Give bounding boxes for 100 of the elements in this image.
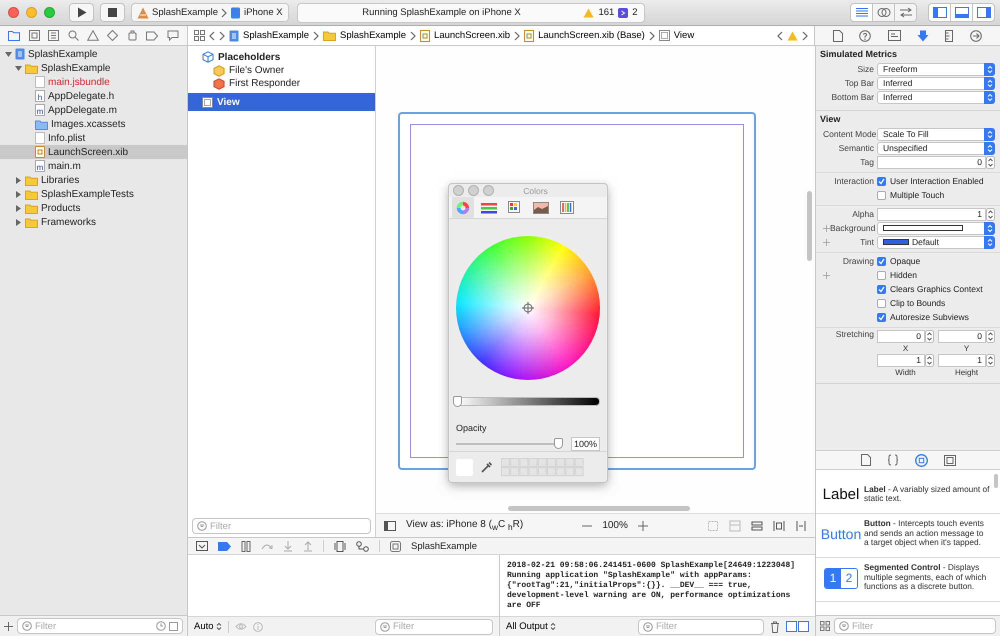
popup-button[interactable]: Inferred [877, 90, 995, 104]
checkbox[interactable] [877, 312, 886, 322]
number-field[interactable]: 1 [877, 354, 925, 366]
navigator-row[interactable]: Frameworks [0, 215, 187, 229]
editor-mode-button[interactable] [872, 3, 895, 22]
inspector-tab[interactable] [858, 28, 872, 42]
editor-mode-button[interactable] [850, 3, 873, 22]
navigator-tab[interactable] [106, 29, 120, 42]
disclosure-triangle-icon[interactable] [14, 204, 22, 212]
split-view-button[interactable] [786, 621, 797, 632]
opacity-field[interactable]: 100% [571, 437, 600, 451]
navigator-tab[interactable] [166, 29, 180, 42]
scope-popup[interactable]: Auto [194, 621, 222, 632]
inspector-tab[interactable] [832, 28, 844, 42]
disclosure-triangle-icon[interactable] [14, 64, 22, 72]
run-button[interactable] [69, 3, 94, 22]
split-view-button[interactable] [798, 621, 809, 632]
number-field[interactable]: 1 [877, 208, 986, 220]
output-popup[interactable]: All Output [506, 621, 556, 632]
navigator-row[interactable]: Info.plist [0, 131, 187, 145]
stepper-control[interactable] [986, 208, 995, 220]
stepper-control[interactable] [925, 354, 934, 366]
slider-thumb[interactable] [453, 396, 462, 407]
view-hierarchy-icon[interactable] [334, 540, 346, 552]
inspector-tab[interactable] [886, 29, 902, 42]
navigator-row[interactable]: SplashExample [0, 61, 187, 75]
number-field[interactable]: 0 [877, 330, 925, 342]
path-crumb[interactable]: LaunchScreen.xib (Base) [538, 30, 645, 41]
scrollbar-thumb[interactable] [508, 506, 690, 511]
navigator-tab[interactable] [145, 30, 160, 42]
navigator-row[interactable]: main.jsbundle [0, 75, 187, 89]
scrollbar-thumb[interactable] [994, 474, 998, 488]
checkbox[interactable] [877, 270, 886, 280]
navigator-tab[interactable] [7, 29, 22, 42]
grid-icon[interactable] [820, 621, 830, 631]
navigator-row[interactable]: h AppDelegate.h [0, 89, 187, 103]
hide-panel-icon[interactable] [196, 541, 208, 551]
number-field[interactable]: 0 [877, 156, 986, 168]
checkbox[interactable] [877, 284, 886, 294]
library-tab[interactable] [886, 453, 900, 467]
library-item[interactable]: Button Button - Intercepts touch events and sends an action message to a target object when it's tapped. [816, 514, 1000, 558]
inspector-tab[interactable] [944, 28, 954, 42]
library-tab[interactable] [942, 454, 956, 466]
popup-button[interactable]: Inferred [877, 76, 995, 90]
inspector-tab[interactable] [916, 28, 930, 42]
disclosure-triangle-icon[interactable] [14, 218, 22, 226]
library-tab[interactable] [860, 453, 872, 467]
path-crumb[interactable]: SplashExample [243, 30, 310, 41]
color-well[interactable]: Default [877, 236, 995, 248]
stepper-control[interactable] [925, 330, 934, 342]
navigator-row[interactable]: Products [0, 201, 187, 215]
number-field[interactable]: 0 [938, 330, 986, 342]
checkbox[interactable] [877, 256, 886, 266]
plus-icon[interactable] [4, 622, 13, 630]
checkbox[interactable] [877, 176, 886, 186]
inspector-tab[interactable] [968, 28, 983, 42]
plus-icon[interactable] [638, 520, 648, 530]
step-out-icon[interactable] [303, 540, 313, 552]
align-icon[interactable] [773, 520, 785, 532]
editor-mode-button[interactable] [894, 3, 917, 22]
stepper-control[interactable] [986, 156, 995, 168]
outline-item[interactable]: File's Owner [229, 65, 284, 76]
navigator-row[interactable]: LaunchScreen.xib [0, 145, 187, 159]
swatch-grid[interactable] [501, 458, 584, 476]
brightness-slider[interactable] [456, 397, 600, 406]
navigator-tab[interactable] [66, 29, 80, 42]
close-button[interactable] [8, 7, 19, 18]
panel-toggle-button[interactable] [972, 3, 995, 22]
step-in-icon[interactable] [283, 540, 293, 552]
stepper-control[interactable] [986, 354, 995, 366]
path-crumb[interactable]: SplashExample [340, 30, 406, 41]
disclosure-triangle-icon[interactable] [14, 176, 22, 184]
checkbox[interactable] [877, 298, 886, 308]
library-tab[interactable] [914, 452, 928, 468]
trash-icon[interactable] [770, 620, 780, 632]
number-field[interactable]: 1 [938, 354, 986, 366]
panel-toggle-button[interactable] [950, 3, 973, 22]
navigator-row[interactable]: m AppDelegate.m [0, 103, 187, 117]
checkbox[interactable] [877, 190, 886, 200]
color-well[interactable] [877, 222, 995, 234]
navigator-row[interactable]: m main.m [0, 159, 187, 173]
panel-toggle-button[interactable] [928, 3, 951, 22]
device-label[interactable]: View as: iPhone 8 ($_{w}$C $_{h}$R) [406, 519, 524, 532]
navigator-row[interactable]: SplashExample [0, 47, 187, 61]
path-crumb[interactable]: View [674, 30, 694, 41]
grid-icon[interactable] [194, 30, 205, 41]
disclosure-triangle-icon[interactable] [14, 190, 22, 198]
path-crumb[interactable]: LaunchScreen.xib [434, 30, 510, 41]
navigator-tab[interactable] [28, 29, 41, 42]
navigator-tab[interactable] [86, 29, 100, 42]
stack-icon[interactable] [751, 520, 763, 532]
pause-icon[interactable] [241, 540, 251, 552]
resolve-icon[interactable] [795, 520, 807, 532]
eyedropper-icon[interactable] [481, 461, 493, 473]
stop-button[interactable] [100, 3, 125, 22]
stepper-control[interactable] [986, 330, 995, 342]
disclosure-triangle-icon[interactable] [4, 50, 12, 58]
scrollbar-thumb[interactable] [807, 191, 812, 261]
warning-count[interactable]: 161 [598, 7, 614, 18]
popup-button[interactable]: Unspecified [877, 142, 995, 154]
